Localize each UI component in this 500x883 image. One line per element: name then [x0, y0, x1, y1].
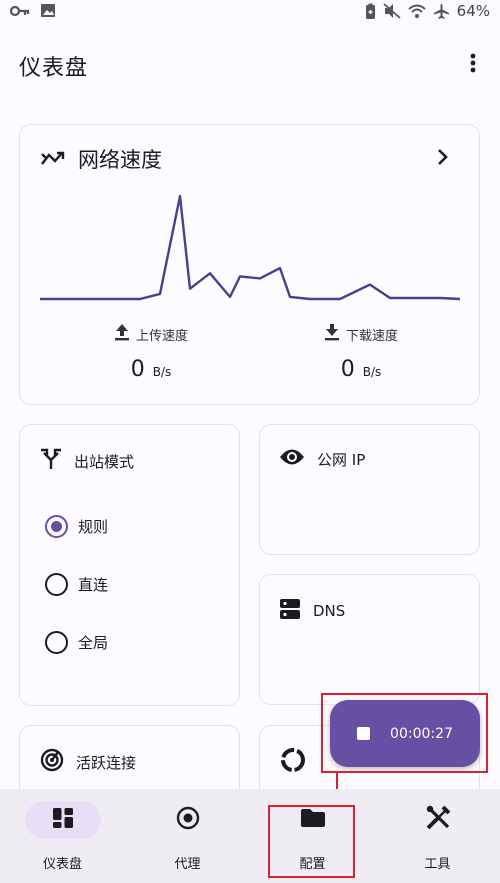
highlight-box [321, 693, 488, 773]
speed-trend-icon [40, 147, 66, 171]
nav-label: 代理 [174, 857, 201, 872]
radio-option-global[interactable]: 全局 [45, 631, 108, 654]
dns-heading: DNS [279, 598, 345, 624]
page-title: 仪表盘 [19, 56, 89, 81]
eye-icon [279, 448, 305, 470]
donut-chart-icon [280, 747, 306, 777]
airplane-icon [433, 3, 450, 20]
nav-item-dashboard[interactable]: 仪表盘 [0, 789, 125, 883]
radio-button[interactable] [45, 573, 68, 596]
speed-series-line [40, 194, 461, 301]
nav-active-indicator [24, 801, 101, 839]
radio-label: 全局 [78, 634, 109, 652]
download-speed: 下载速度 0 B/s [306, 323, 416, 382]
nav-item-proxy[interactable]: 代理 [125, 789, 250, 883]
radio-button[interactable] [45, 631, 68, 654]
download-icon [324, 323, 340, 345]
download-speed-unit: B/s [362, 365, 382, 379]
dashboard-icon [52, 807, 74, 833]
dns-title: DNS [313, 602, 346, 620]
nav-item-tools[interactable]: 工具 [375, 789, 500, 883]
network-speed-heading: 网络速度 [40, 144, 162, 174]
upload-speed-unit: B/s [152, 365, 172, 379]
mute-icon [383, 3, 401, 19]
highlight-box [268, 805, 355, 878]
radio-option-direct[interactable]: 直连 [45, 573, 108, 596]
nav-label: 工具 [424, 857, 451, 872]
tools-icon [425, 805, 451, 835]
call-split-icon [40, 448, 62, 474]
more-options-button[interactable] [460, 52, 486, 78]
active-connections-heading: 活跃连接 [40, 748, 136, 776]
image-icon [40, 3, 56, 18]
radio-button[interactable] [45, 515, 68, 538]
radio-label: 规则 [78, 518, 109, 536]
status-bar: 64% [0, 0, 500, 26]
public-ip-heading: 公网 IP [279, 448, 365, 470]
public-ip-title: 公网 IP [317, 450, 366, 469]
public-ip-card[interactable] [259, 424, 480, 555]
upload-icon [114, 323, 130, 345]
battery-saver-icon [365, 3, 376, 20]
upload-speed-label: 上传速度 [135, 328, 188, 344]
radio-option-rule[interactable]: 规则 [45, 515, 108, 538]
dns-card[interactable] [259, 574, 480, 705]
network-speed-title: 网络速度 [78, 148, 162, 172]
key-icon [10, 5, 30, 17]
speed-chart [40, 194, 461, 301]
battery-text: 64% [456, 2, 490, 20]
proxy-icon [176, 806, 200, 834]
radar-icon [40, 748, 64, 776]
upload-speed: 上传速度 0 B/s [96, 323, 206, 382]
nav-label: 仪表盘 [42, 857, 82, 872]
download-speed-label: 下载速度 [345, 328, 398, 344]
radio-label: 直连 [78, 576, 109, 594]
chevron-right-icon[interactable] [436, 148, 448, 170]
download-speed-value: 0 [340, 357, 355, 382]
dns-server-icon [279, 598, 301, 624]
upload-speed-value: 0 [130, 357, 145, 382]
wifi-icon [407, 4, 426, 19]
outbound-mode-heading: 出站模式 [40, 448, 134, 474]
more-vert-icon [470, 53, 476, 77]
outbound-mode-title: 出站模式 [74, 452, 135, 471]
active-connections-title: 活跃连接 [76, 753, 137, 772]
